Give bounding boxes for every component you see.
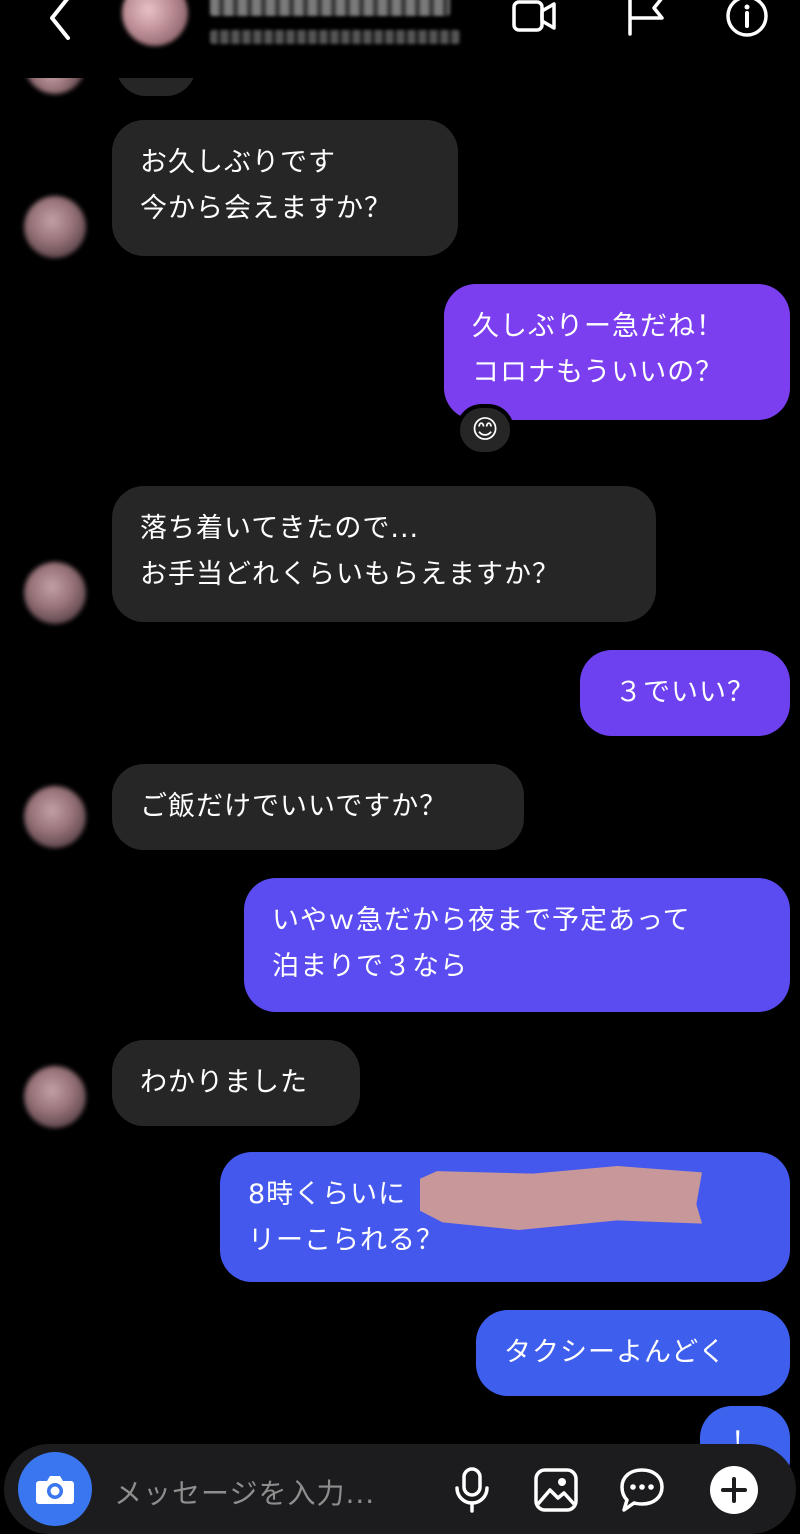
message-composer: メッセージを入力... [4,1444,796,1534]
smile-emoji-icon: 😊 [471,415,499,445]
back-chevron-icon[interactable] [40,0,80,44]
sticker-icon[interactable] [618,1466,666,1514]
info-icon[interactable] [722,0,772,44]
sender-avatar[interactable] [24,562,86,624]
plus-button[interactable] [710,1466,758,1514]
sender-avatar[interactable] [24,1066,86,1128]
incoming-message[interactable]: わかりました [112,1040,360,1126]
contact-name-redacted[interactable] [210,0,450,16]
plus-icon [721,1477,747,1503]
camera-icon [36,1476,74,1504]
camera-button[interactable] [18,1452,92,1526]
gallery-icon[interactable] [532,1466,580,1514]
incoming-message[interactable]: 落ち着いてきたので... お手当どれくらいもらえますか？ [112,486,656,622]
sender-avatar[interactable] [24,786,86,848]
message-input[interactable]: メッセージを入力... [114,1472,375,1512]
outgoing-message[interactable]: ３でいい？ [580,650,790,736]
outgoing-message[interactable]: タクシーよんどく [476,1310,790,1396]
incoming-message[interactable]: お久しぶりです 今から会えますか？ [112,120,458,256]
contact-username-redacted [210,30,460,44]
flag-icon[interactable] [622,0,672,44]
redaction-mark [420,1166,702,1230]
incoming-message[interactable]: ご飯だけでいいですか？ [112,764,524,850]
sender-avatar[interactable] [24,196,86,258]
message-reaction[interactable]: 😊 [456,404,514,456]
microphone-icon[interactable] [448,1466,496,1514]
video-call-icon[interactable] [508,0,558,44]
chat-header [0,0,800,78]
outgoing-message[interactable]: いやｗ急だから夜まで予定あって 泊まりで３なら [244,878,790,1012]
outgoing-message[interactable]: 久しぶりー急だね！ コロナもういいの？ [444,284,790,420]
contact-avatar[interactable] [122,0,188,46]
